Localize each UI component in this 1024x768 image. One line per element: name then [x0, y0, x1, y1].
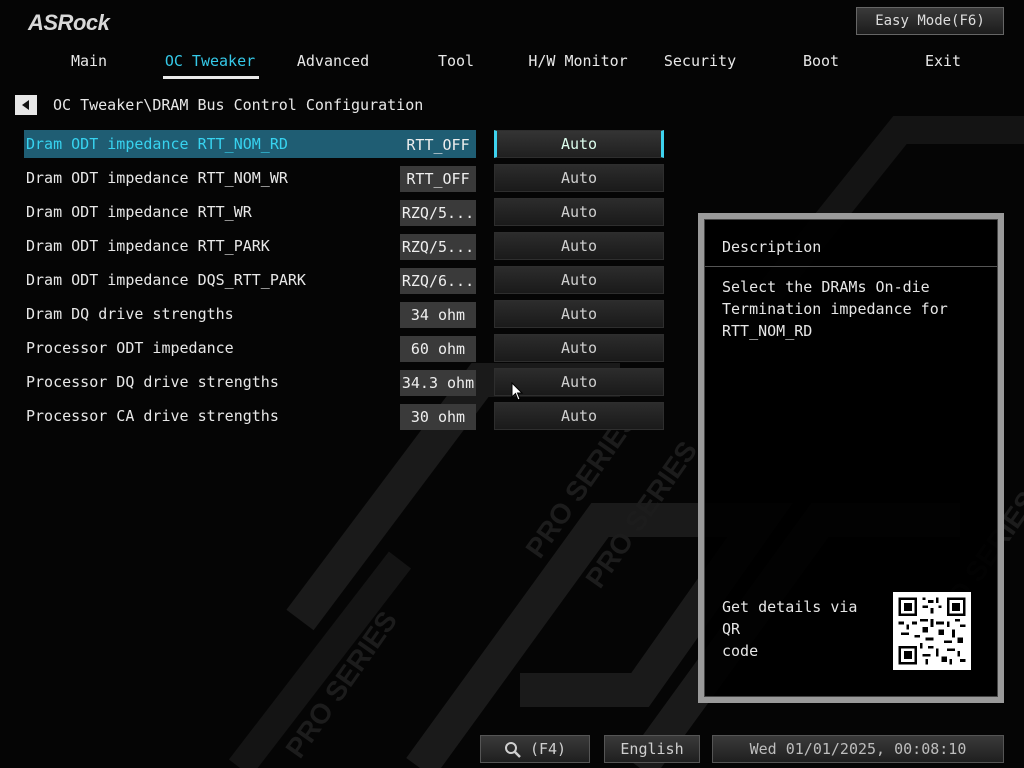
setting-option-select[interactable]: Auto [494, 402, 664, 430]
setting-row-dqs-rtt-park[interactable]: Dram ODT impedance DQS_RTT_PARK RZQ/6...… [24, 266, 664, 294]
qr-caption: Get details via QR code [722, 598, 858, 660]
setting-label: Dram ODT impedance RTT_NOM_RD [26, 135, 288, 153]
description-divider [705, 266, 997, 267]
setting-option-select[interactable]: Auto [494, 334, 664, 362]
setting-current-value: RZQ/6... [400, 268, 476, 294]
setting-label: Processor ODT impedance [26, 339, 234, 357]
tab-exit[interactable]: Exit [888, 50, 998, 72]
setting-option-select[interactable]: Auto [494, 300, 664, 328]
easy-mode-button[interactable]: Easy Mode(F6) [856, 7, 1004, 35]
setting-current-value: 34.3 ohm [400, 370, 476, 396]
setting-row-rtt-park[interactable]: Dram ODT impedance RTT_PARK RZQ/5... Aut… [24, 232, 664, 260]
setting-label: Dram DQ drive strengths [26, 305, 234, 323]
setting-row-rtt-wr[interactable]: Dram ODT impedance RTT_WR RZQ/5... Auto [24, 198, 664, 226]
description-title: Description [722, 238, 822, 256]
setting-option-select[interactable]: Auto [494, 232, 664, 260]
active-tab-indicator [163, 76, 259, 79]
setting-current-value: RZQ/5... [400, 200, 476, 226]
breadcrumb: OC Tweaker\DRAM Bus Control Configuratio… [53, 96, 424, 114]
setting-option-select[interactable]: Auto [494, 164, 664, 192]
description-body: Select the DRAMs On-die Termination impe… [722, 278, 948, 340]
description-panel-inner: Description Select the DRAMs On-die Term… [704, 219, 998, 697]
setting-row-rtt-nom-rd[interactable]: Dram ODT impedance RTT_NOM_RD RTT_OFF Au… [24, 130, 664, 158]
setting-option-select[interactable]: Auto [494, 130, 664, 158]
main-tab-bar: Main OC Tweaker Advanced Tool H/W Monito… [0, 50, 1024, 80]
setting-label: Dram ODT impedance DQS_RTT_PARK [26, 271, 306, 289]
setting-current-value: RTT_OFF [406, 136, 470, 154]
search-shortcut-label: (F4) [529, 740, 567, 758]
setting-label: Processor CA drive strengths [26, 407, 279, 425]
tab-tool[interactable]: Tool [401, 50, 511, 72]
setting-current-value: 60 ohm [400, 336, 476, 362]
description-panel: Description Select the DRAMs On-die Term… [698, 213, 1004, 703]
setting-label: Dram ODT impedance RTT_PARK [26, 237, 270, 255]
setting-option-select[interactable]: Auto [494, 198, 664, 226]
setting-row-dram-dq-drive[interactable]: Dram DQ drive strengths 34 ohm Auto [24, 300, 664, 328]
setting-label: Dram ODT impedance RTT_WR [26, 203, 252, 221]
language-button[interactable]: English [604, 735, 700, 763]
search-button[interactable]: (F4) [480, 735, 590, 763]
setting-label: Dram ODT impedance RTT_NOM_WR [26, 169, 288, 187]
datetime-display[interactable]: Wed 01/01/2025, 00:08:10 [712, 735, 1004, 763]
setting-current-value: RTT_OFF [400, 166, 476, 192]
setting-row-processor-dq-drive[interactable]: Processor DQ drive strengths 34.3 ohm Au… [24, 368, 664, 396]
setting-row-rtt-nom-wr[interactable]: Dram ODT impedance RTT_NOM_WR RTT_OFF Au… [24, 164, 664, 192]
tab-boot[interactable]: Boot [766, 50, 876, 72]
search-icon [504, 741, 521, 758]
setting-current-value: 34 ohm [400, 302, 476, 328]
tab-hw-monitor[interactable]: H/W Monitor [523, 50, 633, 72]
setting-label: Processor DQ drive strengths [26, 373, 279, 391]
qr-code-icon [893, 592, 971, 670]
tab-security[interactable]: Security [645, 50, 755, 72]
setting-option-select[interactable]: Auto [494, 266, 664, 294]
back-arrow-icon[interactable] [15, 95, 37, 115]
setting-row-processor-ca-drive[interactable]: Processor CA drive strengths 30 ohm Auto [24, 402, 664, 430]
setting-current-value: 30 ohm [400, 404, 476, 430]
tab-advanced[interactable]: Advanced [278, 50, 388, 72]
tab-main[interactable]: Main [34, 50, 144, 72]
asrock-logo: ASRock [28, 10, 110, 35]
mouse-cursor-icon [511, 382, 524, 401]
setting-row-processor-odt[interactable]: Processor ODT impedance 60 ohm Auto [24, 334, 664, 362]
setting-current-value: RZQ/5... [400, 234, 476, 260]
tab-oc-tweaker[interactable]: OC Tweaker [155, 50, 265, 72]
